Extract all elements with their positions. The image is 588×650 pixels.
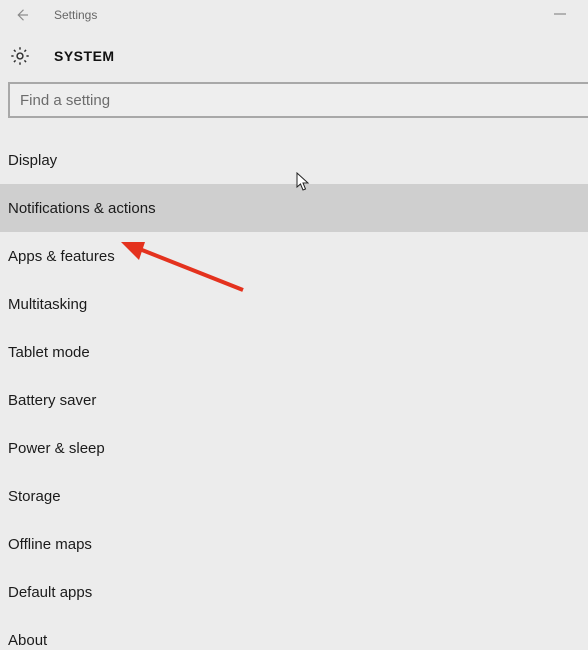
nav-item-offline-maps[interactable]: Offline maps <box>0 520 588 568</box>
nav-item-label: Apps & features <box>8 248 115 265</box>
nav-item-label: Power & sleep <box>8 440 105 457</box>
nav-item-default-apps[interactable]: Default apps <box>0 568 588 616</box>
nav-item-apps-features[interactable]: Apps & features <box>0 232 588 280</box>
nav-item-label: Tablet mode <box>8 344 90 361</box>
minimize-button[interactable] <box>540 7 580 24</box>
nav-item-battery-saver[interactable]: Battery saver <box>0 376 588 424</box>
nav-item-label: Default apps <box>8 584 92 601</box>
nav-item-about[interactable]: About <box>0 616 588 650</box>
titlebar: Settings <box>0 0 588 30</box>
gear-icon <box>8 44 32 68</box>
nav-item-power-sleep[interactable]: Power & sleep <box>0 424 588 472</box>
nav-item-label: Notifications & actions <box>8 200 156 217</box>
nav-item-label: Storage <box>8 488 61 505</box>
nav-item-tablet-mode[interactable]: Tablet mode <box>0 328 588 376</box>
nav-item-multitasking[interactable]: Multitasking <box>0 280 588 328</box>
nav-item-display[interactable]: Display <box>0 136 588 184</box>
nav-list: Display Notifications & actions Apps & f… <box>0 136 588 650</box>
nav-item-label: Battery saver <box>8 392 96 409</box>
nav-item-storage[interactable]: Storage <box>0 472 588 520</box>
section-header: SYSTEM <box>0 30 588 82</box>
section-title: SYSTEM <box>54 48 115 64</box>
nav-item-notifications-actions[interactable]: Notifications & actions <box>0 184 588 232</box>
back-button[interactable] <box>8 1 36 29</box>
search-input[interactable] <box>8 82 588 118</box>
nav-item-label: About <box>8 632 47 649</box>
nav-item-label: Display <box>8 152 57 169</box>
nav-item-label: Multitasking <box>8 296 87 313</box>
window-title: Settings <box>54 8 97 22</box>
nav-item-label: Offline maps <box>8 536 92 553</box>
